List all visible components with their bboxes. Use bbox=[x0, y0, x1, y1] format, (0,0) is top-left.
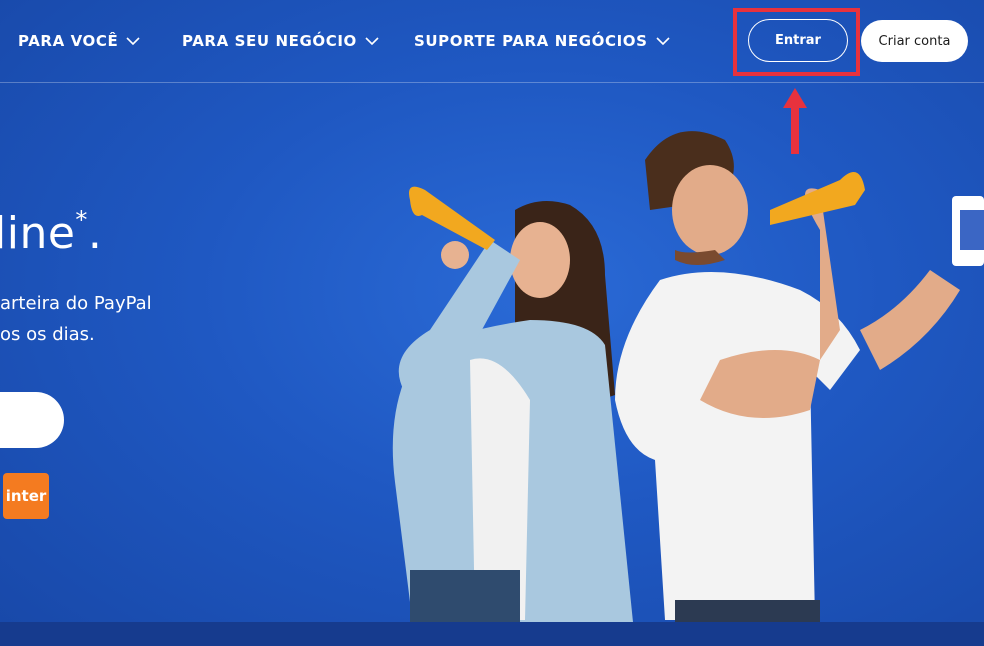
hero-photo bbox=[392, 131, 984, 622]
description-line: os os dias. bbox=[0, 324, 95, 345]
nav-item-label: PARA VOCÊ bbox=[18, 32, 119, 50]
headline-asterisk: * bbox=[75, 206, 88, 235]
nav-item-label: PARA SEU NEGÓCIO bbox=[182, 32, 357, 50]
bottom-band bbox=[0, 622, 984, 646]
chevron-down-icon bbox=[655, 37, 670, 46]
headline-period: . bbox=[87, 208, 103, 259]
red-arrow-up-icon bbox=[783, 88, 807, 154]
description-line: arteira do PayPal bbox=[0, 293, 152, 314]
login-highlight-box bbox=[733, 8, 860, 76]
nav-item-suporte-para-negocios[interactable]: SUPORTE PARA NEGÓCIOS bbox=[414, 32, 670, 50]
nav-item-label: SUPORTE PARA NEGÓCIOS bbox=[414, 32, 648, 50]
chevron-down-icon bbox=[126, 37, 140, 46]
chevron-down-icon bbox=[365, 37, 379, 46]
nav-item-para-voce[interactable]: PARA VOCÊ bbox=[18, 32, 140, 50]
hero-description: arteira do PayPal os os dias. bbox=[0, 288, 152, 350]
headline-text: line bbox=[0, 208, 76, 259]
nav-item-para-seu-negocio[interactable]: PARA SEU NEGÓCIO bbox=[182, 32, 379, 50]
man-figure bbox=[615, 131, 984, 622]
inter-logo: inter bbox=[3, 473, 49, 519]
hero-headline: line*. bbox=[0, 206, 103, 259]
hero-cta-button[interactable] bbox=[0, 392, 64, 448]
woman-figure bbox=[392, 186, 633, 622]
top-navigation: PARA VOCÊ PARA SEU NEGÓCIO SUPORTE PARA … bbox=[0, 0, 984, 83]
signup-button[interactable]: Criar conta bbox=[861, 20, 968, 62]
